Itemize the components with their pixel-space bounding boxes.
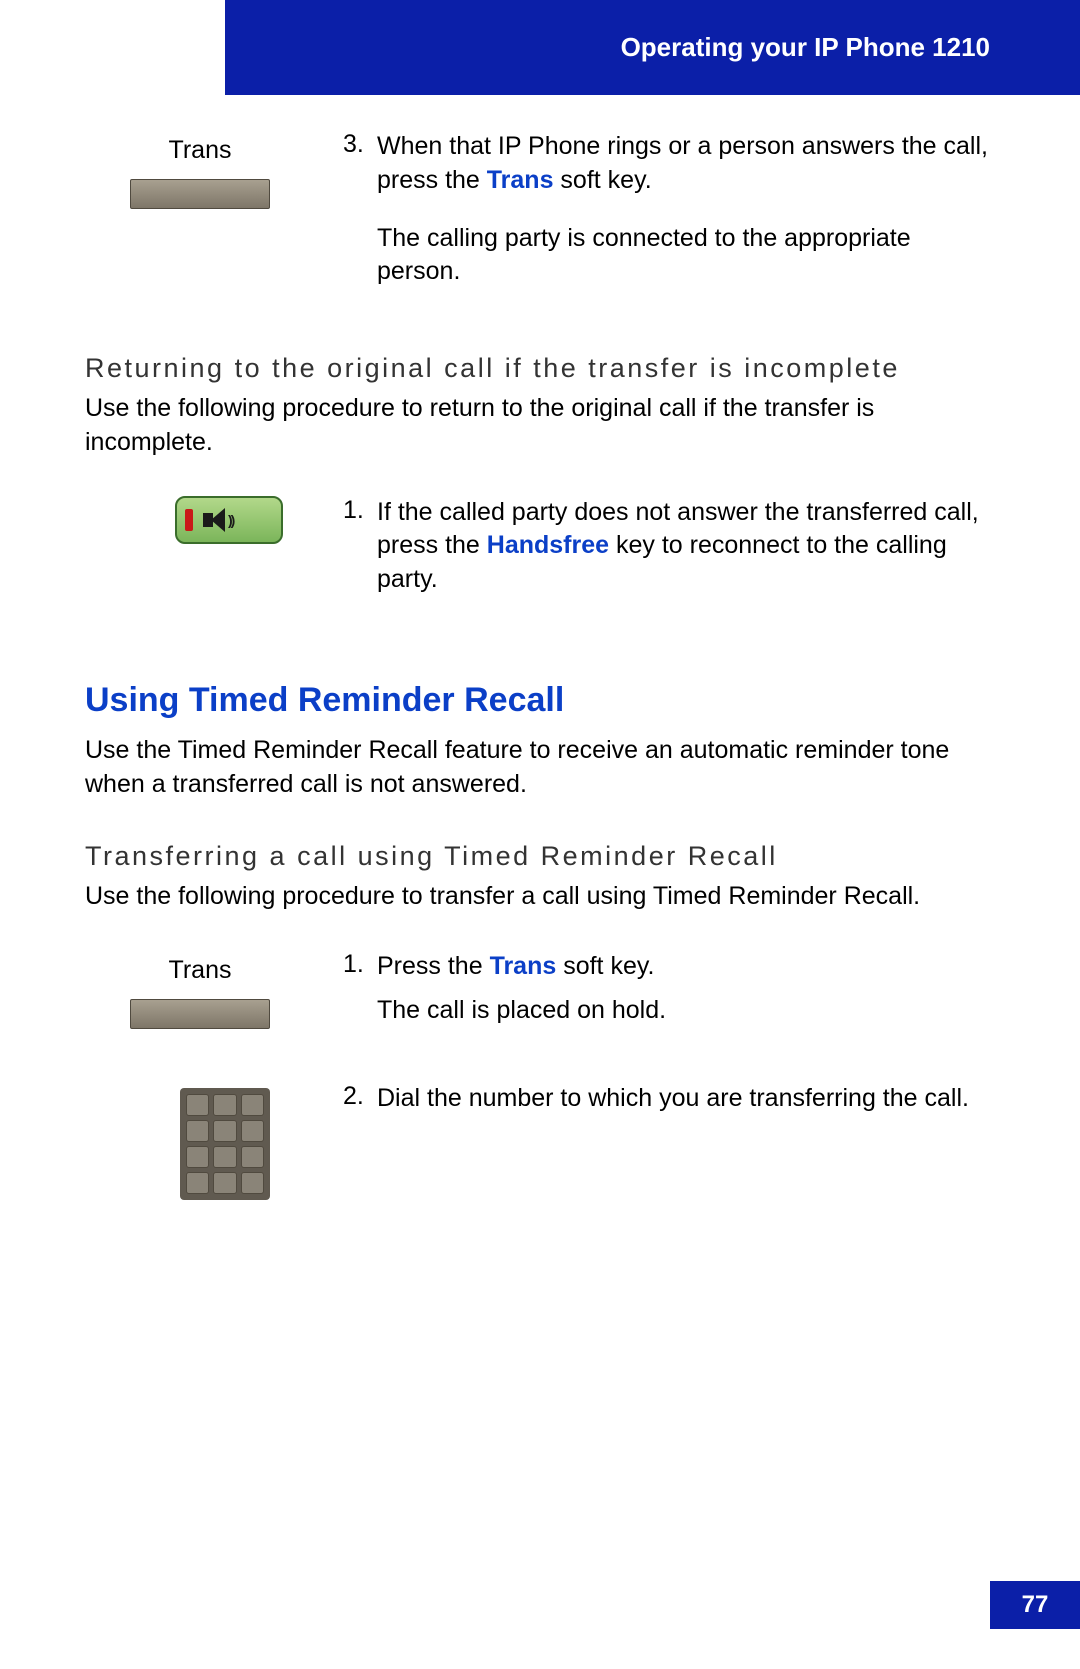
step-3-row: Trans 3. When that IP Phone rings or a p… [85,130,995,313]
step-handsfree-row: )) 1. If the called party does not answe… [85,496,995,621]
speaker-icon: )) [203,508,233,532]
step-text: If the called party does not answer the … [377,496,995,621]
keypad-icon [180,1088,270,1200]
step-number: 1. [343,950,377,1052]
step-number: 1. [343,496,377,621]
softkey-label-trans: Trans [169,136,232,165]
section-heading-timed-reminder: Using Timed Reminder Recall [85,681,995,720]
page-header: Operating your IP Phone 1210 [225,0,1080,95]
step-text: Press the Trans soft key. The call is pl… [377,950,995,1052]
section-intro: Use the Timed Reminder Recall feature to… [85,734,995,802]
softkey-icon [130,999,270,1029]
keyword-handsfree: Handsfree [487,531,609,559]
step-text: When that IP Phone rings or a person ans… [377,130,995,313]
step-number: 2. [343,1082,377,1200]
subsection-heading-transferring: Transferring a call using Timed Reminder… [85,841,995,872]
softkey-label-trans: Trans [169,956,232,985]
page-number: 77 [990,1581,1080,1629]
softkey-icon [130,179,270,209]
keyword-trans: Trans [490,952,557,980]
led-icon [185,509,193,531]
subsection-intro: Use the following procedure to return to… [85,392,995,460]
subsection-heading-returning: Returning to the original call if the tr… [85,353,995,384]
step-keypad-row: 2. Dial the number to which you are tran… [85,1082,995,1200]
header-title: Operating your IP Phone 1210 [621,32,990,63]
step-trans-1-row: Trans 1. Press the Trans soft key. The c… [85,950,995,1052]
handsfree-button-icon: )) [175,496,283,544]
step-text: Dial the number to which you are transfe… [377,1082,995,1200]
subsection-intro: Use the following procedure to transfer … [85,880,995,914]
step-number: 3. [343,130,377,313]
keyword-trans: Trans [487,166,554,194]
